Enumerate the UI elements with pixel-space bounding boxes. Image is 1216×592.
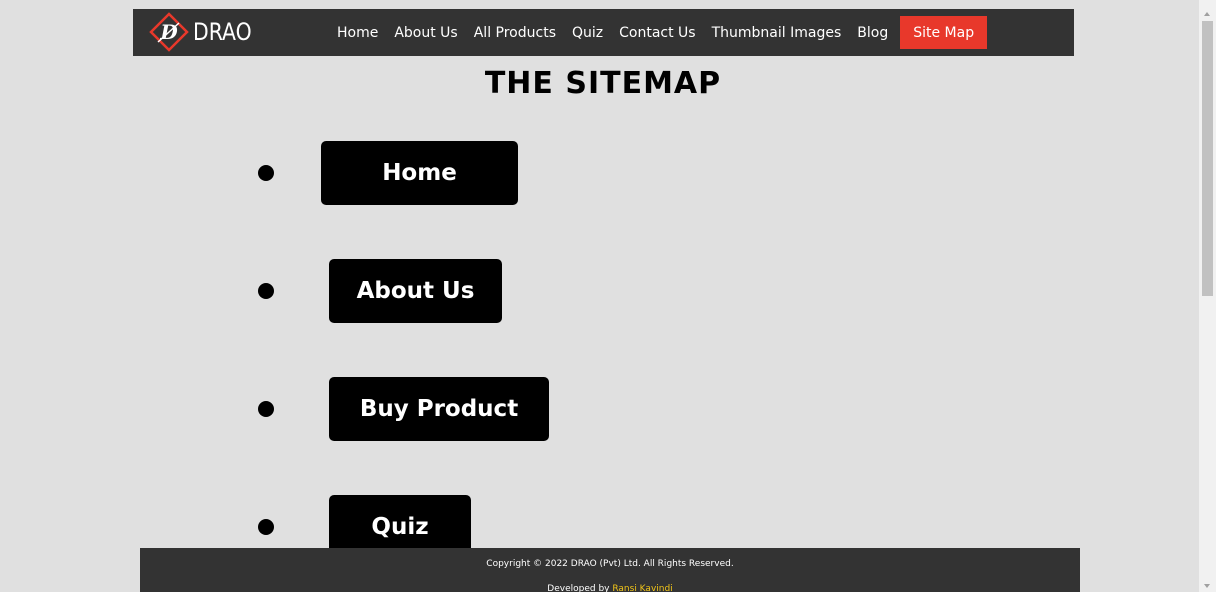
site-logo[interactable]: D DRAO — [149, 12, 262, 52]
bullet-icon — [258, 165, 274, 181]
top-navbar: D DRAO Home About Us All Products Quiz C… — [133, 9, 1074, 56]
logo-text: DRAO — [193, 18, 252, 46]
nav-link-home[interactable]: Home — [329, 16, 386, 49]
nav-link-quiz[interactable]: Quiz — [564, 16, 611, 49]
bullet-icon — [258, 283, 274, 299]
bullet-icon — [258, 519, 274, 535]
page-footer: Copyright © 2022 DRAO (Pvt) Ltd. All Rig… — [140, 548, 1080, 592]
developer-link[interactable]: Ransi Kavindi — [612, 584, 672, 592]
sitemap-button-home[interactable]: Home — [321, 141, 518, 205]
scrollbar-thumb[interactable] — [1202, 21, 1213, 296]
sitemap-button-about-us[interactable]: About Us — [329, 259, 502, 323]
nav-link-site-map[interactable]: Site Map — [900, 16, 988, 49]
drao-logo-icon: D — [149, 12, 189, 52]
sitemap-button-buy-product[interactable]: Buy Product — [329, 377, 549, 441]
nav-link-all-products[interactable]: All Products — [466, 16, 564, 49]
scroll-up-arrow-icon[interactable] — [1204, 12, 1210, 16]
bullet-icon — [258, 401, 274, 417]
nav-link-contact-us[interactable]: Contact Us — [611, 16, 703, 49]
footer-developed-by-label: Developed by — [547, 584, 613, 592]
scroll-down-arrow-icon[interactable] — [1204, 584, 1210, 588]
footer-developer: Developed by Ransi Kavindi — [140, 584, 1080, 592]
footer-copyright: Copyright © 2022 DRAO (Pvt) Ltd. All Rig… — [486, 559, 734, 569]
vertical-scrollbar[interactable] — [1199, 0, 1216, 592]
nav-links: Home About Us All Products Quiz Contact … — [329, 9, 988, 56]
nav-link-blog[interactable]: Blog — [849, 16, 896, 49]
nav-link-thumbnail-images[interactable]: Thumbnail Images — [704, 16, 850, 49]
nav-link-about-us[interactable]: About Us — [386, 16, 465, 49]
page-title: THE SITEMAP — [484, 66, 722, 101]
